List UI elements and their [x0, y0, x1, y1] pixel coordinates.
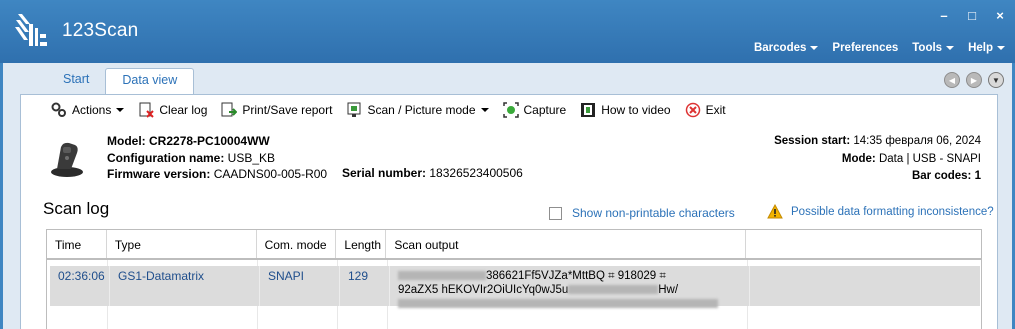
table-row[interactable]: 02:36:06 GS1-Datamatrix SNAPI 129 386621…	[50, 266, 980, 309]
row-length: 129	[340, 266, 390, 306]
show-nonprintable-toggle[interactable]: Show non-printable characters	[549, 206, 735, 220]
col-length[interactable]: Length	[336, 230, 387, 258]
main-menu: Barcodes Preferences Tools Help	[754, 42, 1005, 54]
redacted-text	[398, 299, 718, 309]
menu-help[interactable]: Help	[968, 42, 1005, 54]
col-empty	[746, 230, 981, 258]
formatting-warning[interactable]: Possible data formatting inconsistence?	[767, 204, 994, 219]
menu-barcodes[interactable]: Barcodes	[754, 42, 819, 54]
scanner-device-image	[51, 142, 83, 177]
data-view-panel: Actions Clear log Print/Save report Scan…	[20, 94, 998, 329]
tab-bar: Start Data view	[47, 68, 195, 95]
row-scan-output: 386621Ff5VJZa*MttBQ ⌗ 918029 ⌗ 92aZX5 hE…	[390, 266, 750, 309]
row-type: GS1-Datamatrix	[110, 266, 260, 306]
menu-preferences[interactable]: Preferences	[832, 42, 898, 54]
how-to-video-button[interactable]: How to video	[580, 102, 671, 118]
minimize-button[interactable]: –	[937, 8, 951, 23]
scan-log-table: Time Type Com. mode Length Scan output 0…	[46, 229, 982, 329]
chevron-down-icon	[997, 46, 1005, 50]
redacted-text	[398, 271, 486, 281]
window-body: Start Data view ◀ ▶ ▼ Actions Clear log	[0, 63, 1015, 329]
actions-button[interactable]: Actions	[51, 102, 125, 118]
device-info: Model: CR2278-PC10004WW Configuration na…	[107, 134, 328, 181]
gears-icon	[51, 102, 67, 118]
col-com-mode[interactable]: Com. mode	[257, 230, 337, 258]
session-info: Session start: 14:35 февраля 06, 2024 Mo…	[774, 135, 981, 182]
row-com-mode: SNAPI	[260, 266, 340, 306]
nonprintable-checkbox[interactable]	[549, 206, 562, 220]
nav-arrows: ◀ ▶ ▼	[944, 72, 1004, 88]
table-header: Time Type Com. mode Length Scan output	[47, 230, 981, 260]
warning-link[interactable]: Possible data formatting inconsistence?	[791, 206, 994, 218]
report-icon	[221, 102, 238, 118]
row-time: 02:36:06	[50, 266, 110, 306]
chevron-down-icon	[946, 46, 955, 50]
close-circle-icon	[685, 102, 701, 118]
model-value: CR2278-PC10004WW	[149, 134, 270, 148]
tab-data-view[interactable]: Data view	[105, 68, 195, 95]
col-scan-output[interactable]: Scan output	[386, 230, 746, 258]
clear-log-button[interactable]: Clear log	[138, 102, 207, 118]
print-save-report-button[interactable]: Print/Save report	[221, 102, 332, 118]
chevron-down-icon	[810, 46, 819, 50]
tab-start[interactable]: Start	[47, 68, 105, 95]
session-start-value: 14:35 февраля 06, 2024	[853, 135, 981, 147]
chevron-down-icon	[116, 108, 125, 112]
scanner-icon	[346, 102, 362, 118]
firmware-value: CAADNS00-005-R00	[213, 167, 328, 181]
scan-log-title: Scan log	[43, 199, 110, 218]
chevron-down-icon	[480, 108, 489, 112]
serial-number: Serial number: 18326523400506	[342, 166, 523, 180]
close-button[interactable]: ×	[993, 8, 1007, 23]
toolbar: Actions Clear log Print/Save report Scan…	[51, 102, 726, 118]
window-controls: – □ ×	[937, 8, 1007, 23]
exit-button[interactable]: Exit	[685, 102, 726, 118]
scan-picture-mode-button[interactable]: Scan / Picture mode	[346, 102, 489, 118]
col-time[interactable]: Time	[47, 230, 107, 258]
col-type[interactable]: Type	[107, 230, 257, 258]
back-arrow-icon[interactable]: ◀	[944, 72, 960, 88]
maximize-button[interactable]: □	[965, 8, 979, 23]
capture-button[interactable]: Capture	[502, 102, 566, 118]
chevron-down-icon[interactable]: ▼	[988, 72, 1004, 88]
redacted-text	[568, 285, 659, 295]
film-icon	[580, 102, 596, 118]
menu-tools[interactable]: Tools	[912, 42, 955, 54]
mode-value: Data | USB - SNAPI	[878, 152, 981, 165]
zebra-logo-icon	[15, 14, 47, 46]
barcodes-count: 1	[974, 170, 981, 182]
title-bar: 123Scan – □ × Barcodes Preferences Tools…	[0, 0, 1015, 63]
clear-log-icon	[138, 102, 155, 118]
app-title: 123Scan	[62, 20, 139, 41]
capture-icon	[502, 102, 519, 118]
forward-arrow-icon[interactable]: ▶	[966, 72, 982, 88]
nonprintable-label[interactable]: Show non-printable characters	[572, 206, 735, 220]
config-value: USB_KB	[227, 150, 276, 165]
warning-icon	[767, 204, 783, 219]
